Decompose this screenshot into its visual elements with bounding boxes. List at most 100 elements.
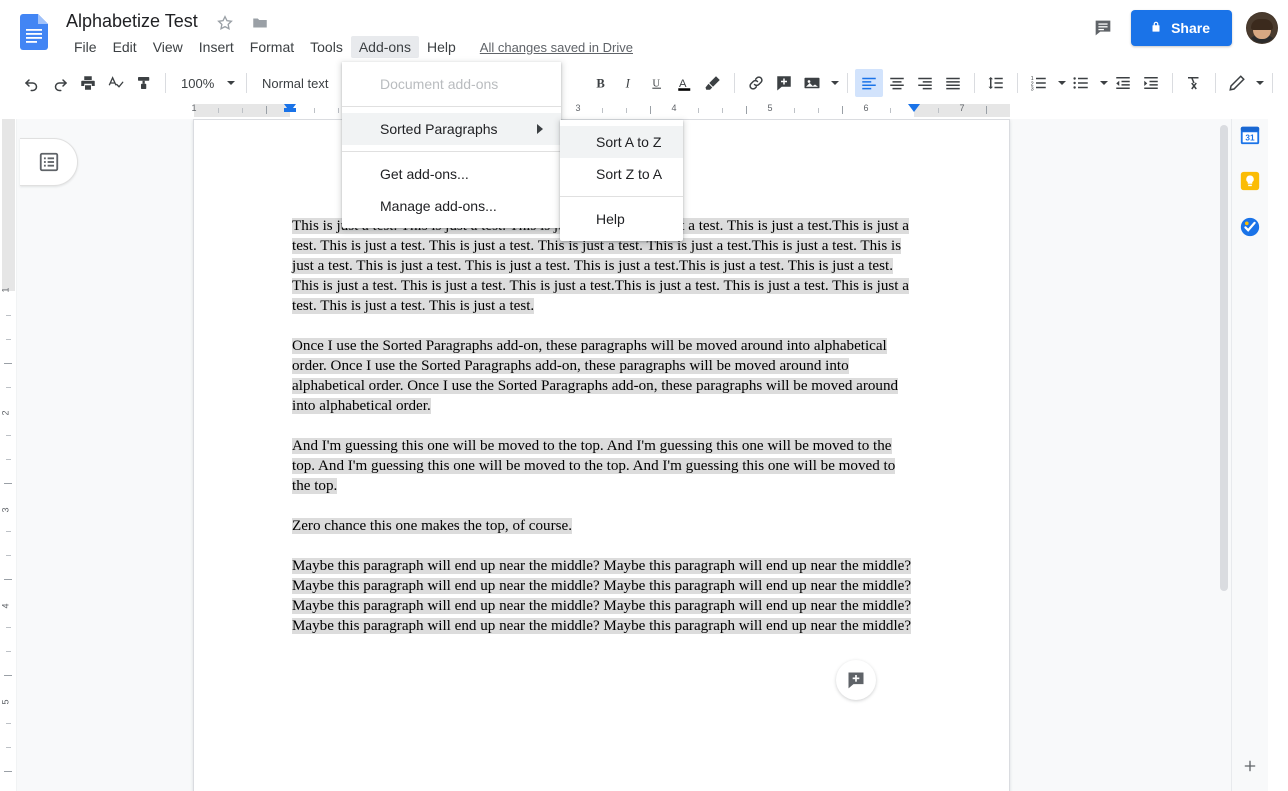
toolbar-divider: [246, 73, 247, 93]
vruler-number-2: 2: [0, 410, 11, 416]
ruler-number-5: 5: [767, 103, 773, 113]
align-center-icon[interactable]: [883, 69, 911, 97]
paragraph-5[interactable]: Maybe this paragraph will end up near th…: [292, 556, 914, 636]
menu-divider: [342, 151, 561, 152]
paragraph-3[interactable]: And I'm guessing this one will be moved …: [292, 436, 914, 496]
menu-addons[interactable]: Add-ons: [350, 36, 419, 58]
google-docs-icon[interactable]: [20, 14, 48, 50]
paragraph-3-text: And I'm guessing this one will be moved …: [292, 438, 896, 494]
spellcheck-icon[interactable]: [102, 69, 130, 97]
side-rail: 31: [1231, 119, 1268, 791]
svg-text:3: 3: [1031, 87, 1034, 93]
addons-dropdown-menu[interactable]: Document add-ons Sorted Paragraphs Get a…: [342, 62, 561, 228]
menu-item-get-addons[interactable]: Get add-ons...: [342, 158, 561, 190]
menu-item-sort-z-to-a[interactable]: Sort Z to A: [560, 158, 683, 190]
menu-divider: [560, 196, 683, 197]
paragraph-5-text: Maybe this paragraph will end up near th…: [292, 558, 912, 634]
bulleted-list-icon[interactable]: [1067, 69, 1095, 97]
document-body[interactable]: This is just a test. This is just a test…: [292, 216, 914, 656]
insert-image-chevron-down-icon[interactable]: [826, 69, 840, 97]
google-keep-icon[interactable]: [1238, 169, 1262, 193]
highlight-color-icon[interactable]: [699, 69, 727, 97]
menu-item-sorted-paragraphs[interactable]: Sorted Paragraphs: [342, 113, 561, 145]
menu-help[interactable]: Help: [419, 36, 464, 58]
account-avatar[interactable]: [1246, 12, 1278, 44]
add-comment-icon[interactable]: [770, 69, 798, 97]
share-button[interactable]: Share: [1131, 10, 1232, 46]
menu-item-help[interactable]: Help: [560, 203, 683, 235]
menu-tools[interactable]: Tools: [302, 36, 351, 58]
right-indent-marker[interactable]: [908, 104, 920, 112]
ruler-number-6: 6: [863, 103, 869, 113]
menu-view[interactable]: View: [145, 36, 191, 58]
scrollbar-thumb[interactable]: [1220, 125, 1228, 591]
vruler-number-4: 4: [0, 603, 11, 609]
italic-icon[interactable]: I: [615, 69, 643, 97]
folder-move-icon[interactable]: [251, 14, 269, 32]
paragraph-2[interactable]: Once I use the Sorted Paragraphs add-on,…: [292, 336, 914, 416]
vertical-scrollbar[interactable]: [1217, 119, 1231, 791]
clear-formatting-icon[interactable]: [1180, 69, 1208, 97]
top-right-actions: Share: [1089, 10, 1278, 46]
style-value: Normal text: [262, 75, 329, 91]
save-status[interactable]: All changes saved in Drive: [480, 40, 633, 55]
lock-icon: [1149, 20, 1163, 37]
doc-title[interactable]: Alphabetize Test: [64, 8, 200, 34]
toolbar-divider: [974, 73, 975, 93]
editing-mode-chevron-down-icon[interactable]: [1251, 69, 1265, 97]
vruler-number-3: 3: [0, 507, 11, 513]
redo-icon[interactable]: [46, 69, 74, 97]
collapse-toolbar-icon[interactable]: [1280, 69, 1288, 97]
menu-file[interactable]: File: [66, 36, 105, 58]
align-justify-icon[interactable]: [939, 69, 967, 97]
insert-link-icon[interactable]: [742, 69, 770, 97]
zoom-selector[interactable]: 100%: [173, 69, 239, 97]
vruler-top-margin: [2, 119, 15, 291]
bold-icon[interactable]: B: [587, 69, 615, 97]
menu-format[interactable]: Format: [242, 36, 302, 58]
comment-history-icon[interactable]: [1089, 14, 1117, 42]
vruler-number-5: 5: [0, 699, 11, 705]
editing-mode-pencil-icon[interactable]: [1223, 69, 1251, 97]
numbered-list-chevron-down-icon[interactable]: [1053, 69, 1067, 97]
paragraph-2-text: Once I use the Sorted Paragraphs add-on,…: [292, 338, 899, 414]
menu-bar: File Edit View Insert Format Tools Add-o…: [66, 36, 633, 58]
left-indent-marker[interactable]: [284, 104, 296, 112]
menu-item-sorted-paragraphs-label: Sorted Paragraphs: [380, 121, 498, 137]
decrease-indent-icon[interactable]: [1109, 69, 1137, 97]
get-addons-plus-icon[interactable]: [1239, 755, 1261, 777]
paint-format-icon[interactable]: [130, 69, 158, 97]
horizontal-ruler[interactable]: 1 3 4 5 6 7: [0, 102, 1288, 119]
align-right-icon[interactable]: [911, 69, 939, 97]
svg-text:31: 31: [1245, 134, 1255, 143]
document-outline-icon[interactable]: [20, 138, 78, 186]
google-tasks-icon[interactable]: [1238, 215, 1262, 239]
google-calendar-icon[interactable]: 31: [1238, 123, 1262, 147]
underline-icon[interactable]: U: [643, 69, 671, 97]
text-color-icon[interactable]: A: [671, 69, 699, 97]
vruler-number-1: 1: [0, 287, 11, 293]
toolbar-divider: [1215, 73, 1216, 93]
sorted-paragraphs-submenu[interactable]: Sort A to Z Sort Z to A Help: [560, 120, 683, 241]
numbered-list-icon[interactable]: 1 2 3: [1025, 69, 1053, 97]
svg-text:B: B: [596, 77, 605, 91]
share-label: Share: [1171, 20, 1210, 36]
increase-indent-icon[interactable]: [1137, 69, 1165, 97]
top-bar: Alphabetize Test File Edit View Insert F…: [0, 0, 1288, 64]
paragraph-4[interactable]: Zero chance this one makes the top, of c…: [292, 516, 914, 536]
print-icon[interactable]: [74, 69, 102, 97]
ruler-number-3: 3: [575, 103, 581, 113]
menu-item-sort-a-to-z[interactable]: Sort A to Z: [560, 126, 683, 158]
menu-divider: [342, 106, 561, 107]
menu-insert[interactable]: Insert: [191, 36, 242, 58]
insert-image-icon[interactable]: [798, 69, 826, 97]
add-comment-fab-icon[interactable]: [836, 660, 876, 700]
bulleted-list-chevron-down-icon[interactable]: [1095, 69, 1109, 97]
star-outline-icon[interactable]: [216, 14, 234, 32]
undo-icon[interactable]: [18, 69, 46, 97]
menu-edit[interactable]: Edit: [105, 36, 145, 58]
menu-item-manage-addons[interactable]: Manage add-ons...: [342, 190, 561, 222]
toolbar-divider: [1017, 73, 1018, 93]
align-left-icon[interactable]: [855, 69, 883, 97]
line-spacing-icon[interactable]: [982, 69, 1010, 97]
